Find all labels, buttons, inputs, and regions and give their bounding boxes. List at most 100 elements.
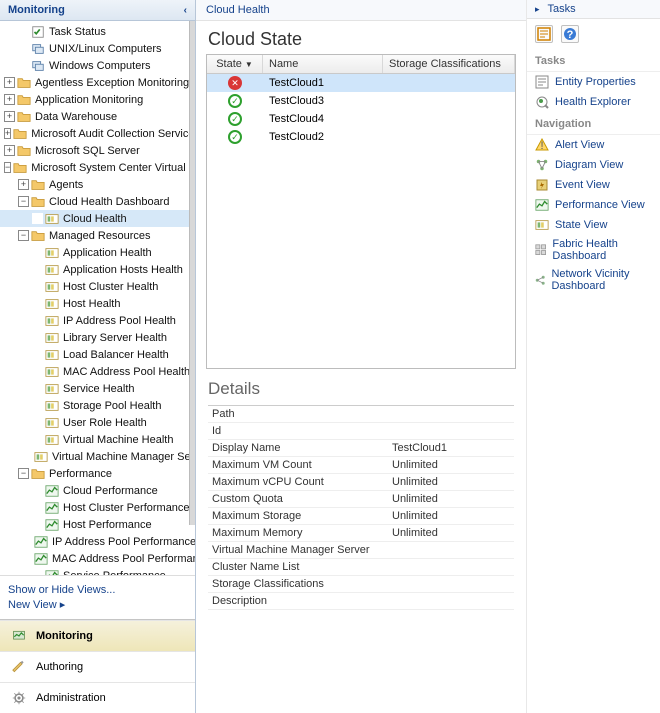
wunderbar-administration[interactable]: Administration <box>0 682 195 713</box>
tree-node[interactable]: Storage Pool Health <box>0 397 195 414</box>
detail-row: Maximum MemoryUnlimited <box>208 525 514 542</box>
tree-node[interactable]: Task Status <box>0 23 195 40</box>
task-icon <box>31 25 45 39</box>
wunderbar-monitoring[interactable]: Monitoring <box>0 620 195 651</box>
tree-node[interactable]: IP Address Pool Performance <box>0 533 195 550</box>
state-icon <box>34 450 48 464</box>
expand-icon[interactable]: + <box>18 179 29 190</box>
task-link-health[interactable]: Health Explorer <box>527 92 660 112</box>
folder-icon <box>17 144 31 158</box>
new-view-link[interactable]: New View ▸ <box>8 598 187 611</box>
col-state[interactable]: State▼ <box>207 55 263 73</box>
task-link-alert[interactable]: ! Alert View <box>527 135 660 155</box>
expand-icon[interactable]: + <box>4 145 15 156</box>
tree-node[interactable]: +Microsoft SQL Server <box>0 142 195 159</box>
tree-node[interactable]: −Performance <box>0 465 195 482</box>
tree-node[interactable]: +Microsoft Audit Collection Services <box>0 125 195 142</box>
collapse-icon[interactable]: − <box>18 196 29 207</box>
grid-body[interactable]: ✕TestCloud1✓TestCloud3✓TestCloud4✓TestCl… <box>207 74 515 368</box>
tree-node[interactable]: Windows Computers <box>0 57 195 74</box>
tree-node[interactable]: Application Hosts Health <box>0 261 195 278</box>
state-icon <box>45 297 59 311</box>
cloud-name-cell: TestCloud1 <box>263 77 383 89</box>
task-link-props[interactable]: Entity Properties <box>527 72 660 92</box>
detail-key: Maximum VM Count <box>208 457 388 473</box>
expand-icon[interactable]: + <box>4 77 15 88</box>
tree-node[interactable]: Load Balancer Health <box>0 346 195 363</box>
detail-value: Unlimited <box>388 474 442 490</box>
tree-node[interactable]: Service Performance <box>0 567 195 575</box>
collapse-icon[interactable]: − <box>18 230 29 241</box>
tree-node-label: Library Server Health <box>63 332 167 344</box>
tree-node-label: Application Health <box>63 247 152 259</box>
tree-node[interactable]: Virtual Machine Health <box>0 431 195 448</box>
tree-node[interactable]: Application Health <box>0 244 195 261</box>
dash-icon <box>535 243 546 257</box>
tree-node[interactable]: IP Address Pool Health <box>0 312 195 329</box>
tree-node[interactable]: Host Cluster Performance <box>0 499 195 516</box>
tree-node[interactable]: −Cloud Health Dashboard <box>0 193 195 210</box>
task-link-label: Diagram View <box>555 159 623 171</box>
tree-node[interactable]: Library Server Health <box>0 329 195 346</box>
toggle-spacer <box>32 366 43 377</box>
grid-row[interactable]: ✕TestCloud1 <box>207 74 515 92</box>
tree-node[interactable]: +Agents <box>0 176 195 193</box>
tree-node[interactable]: Host Performance <box>0 516 195 533</box>
tree-node[interactable]: +Application Monitoring <box>0 91 195 108</box>
expand-icon[interactable]: + <box>4 94 15 105</box>
detail-key: Description <box>208 593 388 609</box>
collapse-icon[interactable]: − <box>4 162 11 173</box>
task-link-dash[interactable]: Fabric Health Dashboard <box>527 235 660 265</box>
state-icon <box>45 280 59 294</box>
task-link-diagram[interactable]: Diagram View <box>527 155 660 175</box>
tree-scrollbar[interactable] <box>189 21 195 525</box>
tasks-pane-header: Tasks <box>527 0 660 19</box>
detail-row: Custom QuotaUnlimited <box>208 491 514 508</box>
state-icon <box>45 399 59 413</box>
expand-icon[interactable]: + <box>4 128 11 139</box>
task-action-icon[interactable] <box>535 25 553 43</box>
svg-text:!: ! <box>540 140 543 152</box>
col-storage[interactable]: Storage Classifications <box>383 55 515 73</box>
col-name[interactable]: Name <box>263 55 383 73</box>
tree-node[interactable]: +Data Warehouse <box>0 108 195 125</box>
wunderbar-authoring[interactable]: Authoring <box>0 651 195 682</box>
nav-tree[interactable]: Task StatusUNIX/Linux ComputersWindows C… <box>0 21 195 575</box>
authoring-icon <box>10 658 28 676</box>
toggle-spacer <box>18 26 29 37</box>
tree-node[interactable]: Host Health <box>0 295 195 312</box>
help-icon[interactable]: ? <box>561 25 579 43</box>
tree-node[interactable]: MAC Address Pool Health <box>0 363 195 380</box>
show-hide-views-link[interactable]: Show or Hide Views... <box>8 584 187 596</box>
task-link-state[interactable]: State View <box>527 215 660 235</box>
event-icon <box>535 178 549 192</box>
tree-node[interactable]: Host Cluster Health <box>0 278 195 295</box>
tree-node[interactable]: Cloud Health <box>0 210 195 227</box>
detail-row: Storage Classifications <box>208 576 514 593</box>
detail-value <box>388 559 396 575</box>
grid-row[interactable]: ✓TestCloud3 <box>207 92 515 110</box>
tree-node[interactable]: −Managed Resources <box>0 227 195 244</box>
tree-node[interactable]: UNIX/Linux Computers <box>0 40 195 57</box>
task-link-event[interactable]: Event View <box>527 175 660 195</box>
tree-node[interactable]: Cloud Performance <box>0 482 195 499</box>
tree-node-label: Application Hosts Health <box>63 264 183 276</box>
state-icon <box>535 218 549 232</box>
task-link-net[interactable]: Network Vicinity Dashboard <box>527 265 660 295</box>
sort-desc-icon: ▼ <box>245 60 253 69</box>
tree-node[interactable]: User Role Health <box>0 414 195 431</box>
grid-row[interactable]: ✓TestCloud2 <box>207 128 515 146</box>
toggle-spacer <box>32 434 43 445</box>
task-link-label: Alert View <box>555 139 604 151</box>
collapse-icon[interactable]: − <box>18 468 29 479</box>
task-link-perf[interactable]: Performance View <box>527 195 660 215</box>
tree-node[interactable]: MAC Address Pool Performance <box>0 550 195 567</box>
tree-node[interactable]: Virtual Machine Manager Server Health <box>0 448 195 465</box>
grid-row[interactable]: ✓TestCloud4 <box>207 110 515 128</box>
tree-node[interactable]: −Microsoft System Center Virtual Machine… <box>0 159 195 176</box>
tree-node[interactable]: +Agentless Exception Monitoring <box>0 74 195 91</box>
tree-node[interactable]: Service Health <box>0 380 195 397</box>
expand-icon[interactable]: + <box>4 111 15 122</box>
collapse-icon[interactable]: ‹ <box>184 5 187 16</box>
folder-icon <box>13 127 27 141</box>
